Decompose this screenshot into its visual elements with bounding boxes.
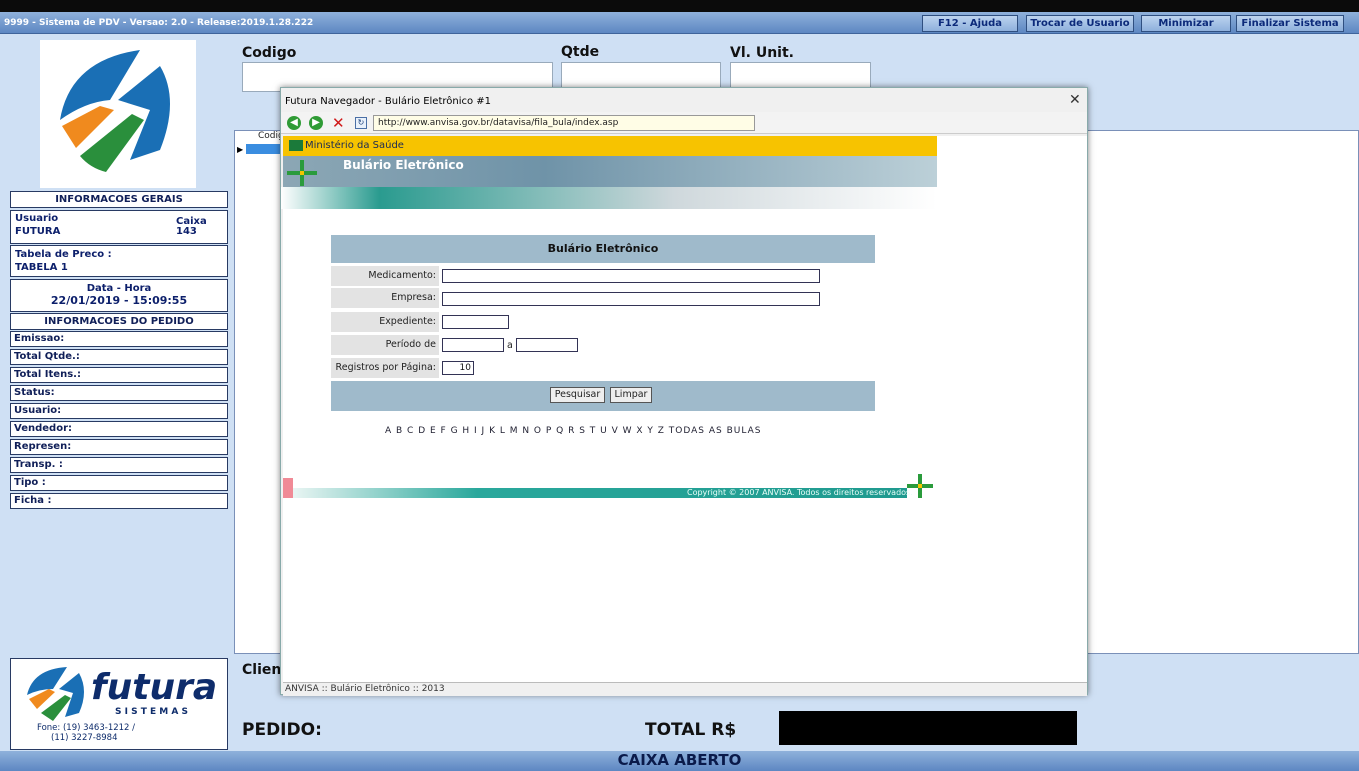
alphabet-links[interactable]: A B C D E F G H I J K L M N O P Q R S T … [385,426,761,436]
limpar-button[interactable]: Limpar [610,387,652,403]
field-status: Status: [10,385,228,401]
pesquisar-button[interactable]: Pesquisar [550,387,605,403]
header-band [281,187,937,209]
periodo-a-label: a [507,340,513,351]
copyright-text: Copyright © 2007 ANVISA. Todos os direit… [687,488,913,497]
finalize-system-button[interactable]: Finalizar Sistema [1236,15,1344,32]
total-display [779,711,1077,745]
periodo-start-input[interactable] [442,338,504,352]
price-table-value: TABELA 1 [15,262,68,273]
field-ficha: Ficha : [10,493,228,509]
phone-line-1: Fone: (19) 3463-1212 / [37,723,136,733]
phone-line-2: (11) 3227-8984 [51,733,118,743]
field-total-qtde: Total Qtde.: [10,349,228,365]
futura-small-logo-icon [27,667,84,721]
user-value: FUTURA [15,226,61,237]
stop-icon[interactable]: ✕ [332,114,345,132]
field-transp: Transp. : [10,457,228,473]
form-title: Bulário Eletrônico [331,235,875,263]
periodo-label: Período de Publicação: [331,335,439,370]
medicamento-label: Medicamento: [331,266,439,286]
field-represen: Represen: [10,439,228,455]
switch-user-button[interactable]: Trocar de Usuario [1026,15,1134,32]
user-box: Usuario FUTURA Caixa 143 [10,210,228,244]
registros-input[interactable]: 10 [442,361,474,375]
browser-statusbar: ANVISA :: Bulário Eletrônico :: 2013 [283,682,1087,696]
refresh-icon[interactable]: ↻ [355,117,367,129]
field-usuario: Usuario: [10,403,228,419]
browser-title: Futura Navegador - Bulário Eletrônico #1 [285,96,492,107]
codigo-label: Codigo [242,45,297,61]
user-label: Usuario [15,213,59,224]
order-info-header: INFORMACOES DO PEDIDO [10,313,228,330]
app-title: 9999 - Sistema de PDV - Versao: 2.0 - Re… [4,18,314,28]
expediente-input[interactable] [442,315,509,329]
datetime-label: Data - Hora [86,283,152,294]
anvisa-footer-cross-icon [907,474,933,498]
field-emissao: Emissao: [10,331,228,347]
datetime-value: 22/01/2019 - 15:09:55 [50,294,188,307]
browser-window: Futura Navegador - Bulário Eletrônico #1… [280,87,1088,696]
grid-selected-row[interactable] [246,144,280,154]
bulario-header-title: Bulário Eletrônico [343,158,464,172]
qtde-label: Qtde [561,44,600,60]
price-table-label: Tabela de Preco : [15,249,112,260]
caixa-status: CAIXA ABERTO [617,751,742,769]
periodo-end-input[interactable] [516,338,578,352]
field-total-itens: Total Itens.: [10,367,228,383]
pedido-label: PEDIDO: [242,720,322,740]
field-vendedor: Vendedor: [10,421,228,437]
datetime-box: Data - Hora 22/01/2019 - 15:09:55 [10,279,228,312]
vlunit-label: Vl. Unit. [730,45,794,61]
ministerio-bar: Ministério da Saúde [283,136,937,156]
price-table-box: Tabela de Preco : TABELA 1 [10,245,228,277]
futura-logo-text: futura [91,667,218,708]
row-indicator-icon: ▶ [237,145,244,154]
expediente-label: Expediente: [331,312,439,332]
url-bar[interactable]: http://www.anvisa.gov.br/datavisa/fila_b… [373,115,755,131]
back-icon[interactable]: ◀ [287,116,301,130]
total-label: TOTAL R$ [645,720,737,740]
help-button[interactable]: F12 - Ajuda [922,15,1018,32]
futura-logo-subtext: S I S T E M A S [115,707,188,717]
close-icon[interactable]: ✕ [1069,92,1081,108]
minimize-button[interactable]: Minimizar [1141,15,1231,32]
medicamento-input[interactable] [442,269,820,283]
forward-icon[interactable]: ▶ [309,116,323,130]
empresa-label: Empresa: [331,288,439,308]
futura-logo [40,40,196,188]
registros-label: Registros por Página: [331,358,439,378]
anvisa-cross-icon [287,160,317,186]
caixa-value: 143 [176,226,197,237]
info-general-header: INFORMACOES GERAIS [10,191,228,208]
empresa-input[interactable] [442,292,820,306]
footer-accent [283,478,293,498]
field-tipo: Tipo : [10,475,228,491]
brazil-flag-icon [289,140,303,151]
futura-brand-box: futura S I S T E M A S Fone: (19) 3463-1… [10,658,228,750]
